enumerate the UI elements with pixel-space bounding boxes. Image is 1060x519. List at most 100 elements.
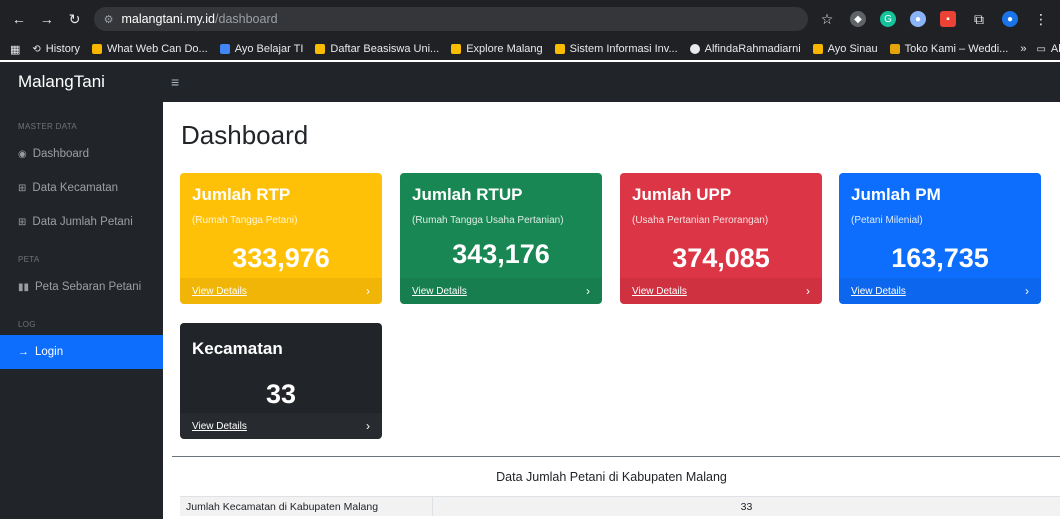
main-content: Dashboard Jumlah RTP (Rumah Tangga Petan… xyxy=(163,102,1060,519)
view-details-link[interactable]: View Details xyxy=(412,286,467,297)
card-jumlah-upp: Jumlah UPP (Usaha Pertanian Perorangan) … xyxy=(620,173,822,304)
brand-logo[interactable]: MalangTani xyxy=(0,72,163,92)
sidebar-item-kecamatan[interactable]: ⊞ Data Kecamatan xyxy=(0,171,163,205)
card-value: 374,085 xyxy=(672,243,770,273)
chevron-right-icon[interactable]: › xyxy=(586,284,590,298)
bookmark-favicon-icon xyxy=(451,44,462,54)
chevron-right-icon[interactable]: › xyxy=(366,284,370,298)
card-title: Jumlah UPP xyxy=(632,185,732,204)
profile-avatar-icon[interactable]: ● xyxy=(1002,11,1019,27)
bookmark-ayo-sinau[interactable]: Ayo Sinau xyxy=(812,43,878,55)
browser-toolbar: ← → ↻ ⚙ malangtani.my.id/dashboard ☆ ◆ G… xyxy=(0,0,1060,38)
card-footer: View Details › xyxy=(180,413,382,439)
extension-red-icon[interactable]: ▪ xyxy=(940,11,957,27)
extensions-puzzle-icon[interactable]: ⧉ xyxy=(970,10,988,28)
bookmark-toko-kami[interactable]: Toko Kami – Weddi... xyxy=(889,43,1008,55)
github-icon xyxy=(689,44,700,54)
card-footer: View Details › xyxy=(400,278,602,304)
card-value: 33 xyxy=(265,379,297,409)
chevron-right-icon[interactable]: › xyxy=(366,419,370,433)
chevron-right-icon[interactable]: › xyxy=(806,284,810,298)
card-title: Jumlah PM xyxy=(851,185,941,204)
view-details-link[interactable]: View Details xyxy=(192,421,247,432)
arrow-right-icon: → xyxy=(18,346,29,358)
bookmark-favicon-icon xyxy=(812,44,823,54)
url-path: /dashboard xyxy=(215,12,278,26)
card-footer: View Details › xyxy=(620,278,822,304)
site-info-icon[interactable]: ⚙ xyxy=(104,13,114,26)
card-subtitle: (Usaha Pertanian Perorangan) xyxy=(632,215,769,226)
card-kecamatan: Kecamatan 33 View Details › xyxy=(180,323,382,439)
card-subtitle: (Rumah Tangga Petani) xyxy=(192,215,298,226)
menu-dots-icon[interactable]: ⋮ xyxy=(1032,10,1050,28)
table-title: Data Jumlah Petani di Kabupaten Malang xyxy=(496,470,727,484)
sidebar-item-peta[interactable]: ▮▮ Peta Sebaran Petani xyxy=(0,270,163,304)
bookmark-favicon-icon xyxy=(554,44,565,54)
table-icon: ⊞ xyxy=(18,216,27,228)
table-row: Jumlah Kecamatan di Kabupaten Malang 33 xyxy=(180,496,1060,516)
card-jumlah-rtp: Jumlah RTP (Rumah Tangga Petani) 333,976… xyxy=(180,173,382,304)
all-bookmarks-button[interactable]: ▭All Bookmarks xyxy=(1036,43,1060,55)
card-subtitle: (Petani Milenial) xyxy=(851,215,923,226)
app-navbar: MalangTani ≡ xyxy=(0,62,1060,102)
extension-circle-icon[interactable]: ● xyxy=(910,11,927,27)
sidebar-heading-peta: PETA xyxy=(18,255,40,264)
card-footer: View Details › xyxy=(839,278,1041,304)
bookmarks-bar: ▦ ⟲ History What Web Can Do... Ayo Belaja… xyxy=(0,38,1060,60)
more-bookmarks-button[interactable]: » xyxy=(1020,43,1026,55)
bookmark-history[interactable]: ⟲ History xyxy=(32,43,80,55)
section-divider xyxy=(172,456,1060,457)
speedometer-icon: ◉ xyxy=(18,148,27,160)
back-icon[interactable]: ← xyxy=(10,10,28,28)
sidebar-item-login[interactable]: → Login xyxy=(0,335,163,369)
bookmark-favicon-icon xyxy=(92,44,103,54)
card-subtitle: (Rumah Tangga Usaha Pertanian) xyxy=(412,215,564,226)
bookmark-sistem-informasi[interactable]: Sistem Informasi Inv... xyxy=(554,43,678,55)
card-jumlah-pm: Jumlah PM (Petani Milenial) 163,735 View… xyxy=(839,173,1041,304)
sidebar-item-jumlah-petani[interactable]: ⊞ Data Jumlah Petani xyxy=(0,205,163,239)
bookmark-alfinda[interactable]: AlfindaRahmadiarni xyxy=(689,43,801,55)
sidebar-item-label: Dashboard xyxy=(32,148,89,160)
star-icon[interactable]: ☆ xyxy=(818,10,836,28)
view-details-link[interactable]: View Details xyxy=(632,286,687,297)
page-title: Dashboard xyxy=(181,120,309,150)
card-value: 333,976 xyxy=(232,243,330,273)
card-title: Kecamatan xyxy=(192,339,283,358)
bookmark-what-web-can-do[interactable]: What Web Can Do... xyxy=(92,43,208,55)
bookmark-daftar-beasiswa[interactable]: Daftar Beasiswa Uni... xyxy=(315,43,439,55)
sidebar: MASTER DATA ◉ Dashboard ⊞ Data Kecamatan… xyxy=(0,102,163,519)
chevron-right-icon[interactable]: › xyxy=(1025,284,1029,298)
card-footer: View Details › xyxy=(180,278,382,304)
sidebar-item-label: Data Kecamatan xyxy=(32,182,119,194)
card-jumlah-rtup: Jumlah RTUP (Rumah Tangga Usaha Pertania… xyxy=(400,173,602,304)
sidebar-item-label: Peta Sebaran Petani xyxy=(35,281,142,293)
sidebar-item-dashboard[interactable]: ◉ Dashboard xyxy=(0,137,163,171)
grammarly-icon[interactable]: G xyxy=(880,11,897,27)
bookmark-favicon-icon xyxy=(889,44,900,54)
view-details-link[interactable]: View Details xyxy=(851,286,906,297)
view-details-link[interactable]: View Details xyxy=(192,286,247,297)
address-bar[interactable]: ⚙ malangtani.my.id/dashboard xyxy=(93,7,809,31)
card-title: Jumlah RTUP xyxy=(412,185,523,204)
extension-icon[interactable]: ◆ xyxy=(850,11,867,27)
chart-icon: ▮▮ xyxy=(18,281,30,293)
forward-icon[interactable]: → xyxy=(38,10,56,28)
reload-icon[interactable]: ↻ xyxy=(66,10,84,28)
card-value: 163,735 xyxy=(891,243,989,273)
sidebar-heading-log: LOG xyxy=(18,320,36,329)
bookmark-ayo-belajar-ti[interactable]: Ayo Belajar TI xyxy=(219,43,303,55)
table-cell-label: Jumlah Kecamatan di Kabupaten Malang xyxy=(180,497,433,516)
bookmark-favicon-icon xyxy=(219,44,230,54)
sidebar-toggle-icon[interactable]: ≡ xyxy=(163,74,179,90)
sidebar-item-label: Login xyxy=(35,346,64,358)
apps-grid-icon[interactable]: ▦ xyxy=(10,43,20,56)
url-host: malangtani.my.id xyxy=(121,12,216,26)
sidebar-heading-master: MASTER DATA xyxy=(18,122,78,131)
folder-icon: ▭ xyxy=(1036,43,1046,55)
bookmark-favicon-icon xyxy=(315,44,326,54)
bookmark-explore-malang[interactable]: Explore Malang xyxy=(451,43,543,55)
sidebar-item-label: Data Jumlah Petani xyxy=(32,216,133,228)
card-value: 343,176 xyxy=(452,239,550,269)
table-cell-value: 33 xyxy=(740,500,753,513)
table-icon: ⊞ xyxy=(18,182,27,194)
